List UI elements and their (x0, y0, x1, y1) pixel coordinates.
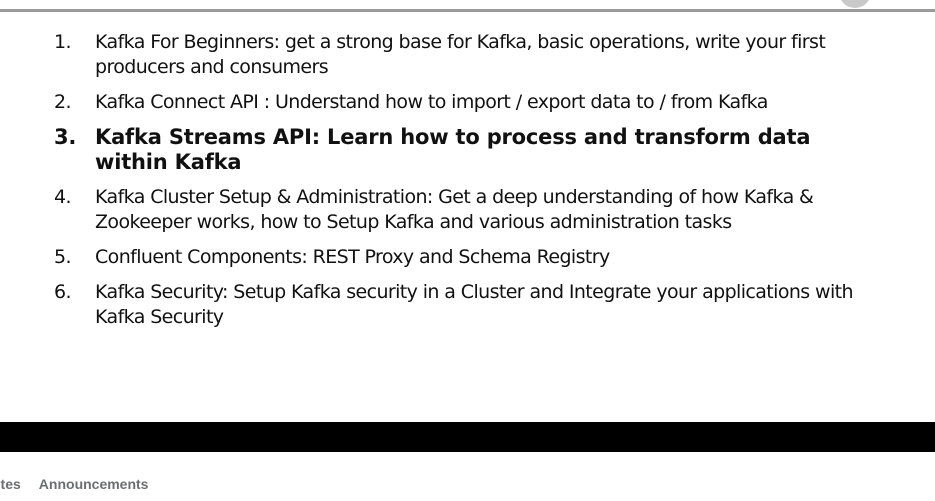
outline-item-4: 4. Kafka Cluster Setup & Administration:… (52, 185, 882, 235)
outline-item-number: 1. (54, 31, 72, 53)
outline-item-1: 1. Kafka For Beginners: get a strong bas… (52, 30, 882, 80)
tab-notes[interactable]: otes (0, 476, 21, 494)
video-controls-bar[interactable] (0, 422, 935, 452)
video-control-button[interactable] (839, 0, 871, 8)
outline-item-2: 2. Kafka Connect API : Understand how to… (52, 90, 882, 115)
slide-top-rule (0, 9, 935, 12)
tab-announcements[interactable]: Announcements (39, 476, 149, 494)
outline-item-text: Confluent Components: REST Proxy and Sch… (95, 246, 610, 268)
outline-item-number: 6. (54, 281, 72, 303)
outline-item-number: 2. (54, 91, 72, 113)
course-outline-list: 1. Kafka For Beginners: get a strong bas… (52, 30, 882, 340)
outline-item-5: 5. Confluent Components: REST Proxy and … (52, 245, 882, 270)
outline-item-text: Kafka Connect API : Understand how to im… (95, 91, 768, 113)
outline-item-text: Kafka Streams API: Learn how to process … (95, 125, 811, 174)
video-player-viewport: 1. Kafka For Beginners: get a strong bas… (0, 0, 935, 501)
outline-item-text: Kafka Security: Setup Kafka security in … (95, 281, 854, 328)
outline-item-6: 6. Kafka Security: Setup Kafka security … (52, 280, 882, 330)
outline-item-3-highlighted: 3. Kafka Streams API: Learn how to proce… (52, 125, 882, 175)
outline-item-number: 5. (54, 246, 72, 268)
outline-item-number: 4. (54, 186, 72, 208)
outline-item-text: Kafka Cluster Setup & Administration: Ge… (95, 186, 814, 233)
outline-item-text: Kafka For Beginners: get a strong base f… (95, 31, 826, 78)
outline-item-number: 3. (54, 125, 77, 149)
course-tabs: otes Announcements (0, 476, 148, 494)
